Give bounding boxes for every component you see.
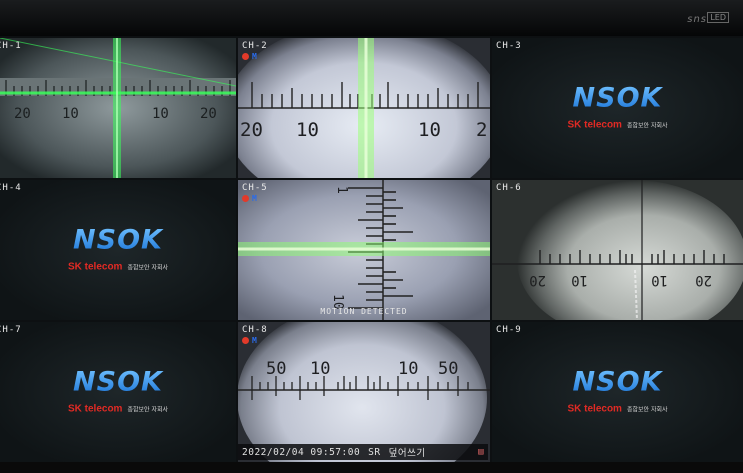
record-dot-icon — [242, 53, 249, 60]
ch6-camera-view: 20 10 10 20 — [492, 180, 743, 320]
ch2-label: CH-2 — [242, 41, 268, 51]
ch8-camera-view: 50 10 10 50 — [238, 322, 490, 462]
hdd-icon: ▤ — [478, 447, 484, 457]
ch9-label: CH-9 — [496, 325, 522, 335]
sk-telecom-text: SK telecom — [567, 119, 622, 131]
monitor-bezel-top: sns LED — [0, 0, 743, 36]
ch5-camera-view: 1 10 — [238, 180, 490, 320]
ch8-label: CH-8 — [242, 325, 268, 335]
ch8-scale-label: 10 — [310, 359, 330, 379]
ch2-scale-label: 10 — [296, 119, 319, 141]
ch8-scale-label: 50 — [438, 359, 458, 379]
ch1-scale-label: 20 — [200, 106, 217, 122]
nsok-logo: NSOK SK telecom 종합보안 자회사 — [492, 368, 743, 416]
channel-tile-1[interactable]: 20 10 10 20 CH-1 — [0, 38, 236, 178]
record-mode: SR — [368, 446, 381, 458]
channel-tile-2[interactable]: 20 10 10 2 CH-2 M — [238, 38, 490, 178]
channel-tile-4[interactable]: CH-4 NSOK SK telecom 종합보안 자회사 — [0, 180, 236, 320]
logo-tagline: 종합보안 자회사 — [127, 264, 169, 272]
motion-detected-overlay: MOTION DETECTED — [320, 307, 408, 316]
motion-flag: M — [252, 194, 257, 203]
ch6-scale-label: 20 — [529, 272, 546, 288]
nsok-logo-text: NSOK — [0, 226, 236, 255]
ch5-label: CH-5 — [242, 183, 268, 193]
ch5-scale-label: 1 — [334, 186, 349, 194]
channel-tile-5[interactable]: 1 10 CH-5 M MOTION DETECTED — [238, 180, 490, 320]
record-dot-icon — [242, 195, 249, 202]
nsok-logo-text: NSOK — [0, 368, 236, 397]
monitor-brand-logo: sns — [687, 14, 707, 25]
dvr-status-bar: 2022/02/04 09:57:00 SR 덮어쓰기 ▤ — [238, 444, 488, 460]
ch3-label: CH-3 — [496, 41, 522, 51]
nsok-logo: NSOK SK telecom 종합보안 자회사 — [0, 226, 236, 274]
ch5-status-indicators: M — [242, 194, 257, 203]
ch8-status-indicators: M — [242, 336, 257, 345]
record-dot-icon — [242, 337, 249, 344]
ch1-scale-label: 20 — [14, 106, 31, 122]
logo-tagline: 종합보안 자회사 — [626, 122, 668, 130]
ch2-scale-label: 20 — [240, 119, 263, 141]
logo-tagline: 종합보안 자회사 — [626, 406, 668, 414]
motion-flag: M — [252, 52, 257, 61]
monitor-led-badge: LED — [707, 12, 729, 23]
ch6-scale-label: 10 — [651, 272, 668, 288]
ch7-label: CH-7 — [0, 325, 22, 335]
ch1-scale-label: 10 — [152, 106, 169, 122]
ch6-label: CH-6 — [496, 183, 522, 193]
channel-tile-9[interactable]: CH-9 NSOK SK telecom 종합보안 자회사 — [492, 322, 743, 462]
ch2-scale-label: 2 — [476, 119, 487, 141]
channel-tile-3[interactable]: CH-3 NSOK SK telecom 종합보안 자회사 — [492, 38, 743, 178]
ch1-camera-view: 20 10 10 20 — [0, 38, 236, 178]
ch1-label: CH-1 — [0, 41, 22, 51]
sk-telecom-text: SK telecom — [67, 261, 123, 273]
ch2-scale-label: 10 — [418, 119, 441, 141]
overwrite-mode: 덮어쓰기 — [388, 448, 426, 459]
nsok-logo: NSOK SK telecom 종합보안 자회사 — [0, 368, 236, 416]
camera-grid: 20 10 10 20 CH-1 — [0, 38, 743, 462]
datetime-display: 2022/02/04 09:57:00 — [242, 446, 361, 458]
ch8-scale-label: 50 — [266, 359, 286, 379]
motion-flag: M — [252, 336, 257, 345]
logo-tagline: 종합보안 자회사 — [127, 406, 169, 414]
ch1-scale-label: 10 — [62, 106, 79, 122]
nsok-logo-text: NSOK — [492, 84, 743, 113]
sk-telecom-text: SK telecom — [67, 403, 123, 415]
ch6-scale-label: 20 — [695, 272, 712, 288]
sk-telecom-text: SK telecom — [567, 403, 622, 415]
nsok-logo: NSOK SK telecom 종합보안 자회사 — [492, 84, 743, 132]
ch2-status-indicators: M — [242, 52, 257, 61]
nsok-logo-text: NSOK — [492, 368, 743, 397]
ch2-camera-view: 20 10 10 2 — [238, 38, 490, 178]
ch4-label: CH-4 — [0, 183, 22, 193]
ch8-scale-label: 10 — [398, 359, 418, 379]
ch6-scale-label: 10 — [571, 272, 588, 288]
channel-tile-6[interactable]: 20 10 10 20 CH-6 — [492, 180, 743, 320]
channel-tile-7[interactable]: CH-7 NSOK SK telecom 종합보안 자회사 — [0, 322, 236, 462]
channel-tile-8[interactable]: 50 10 10 50 CH-8 M — [238, 322, 490, 462]
monitor-bezel-bottom — [0, 462, 743, 473]
